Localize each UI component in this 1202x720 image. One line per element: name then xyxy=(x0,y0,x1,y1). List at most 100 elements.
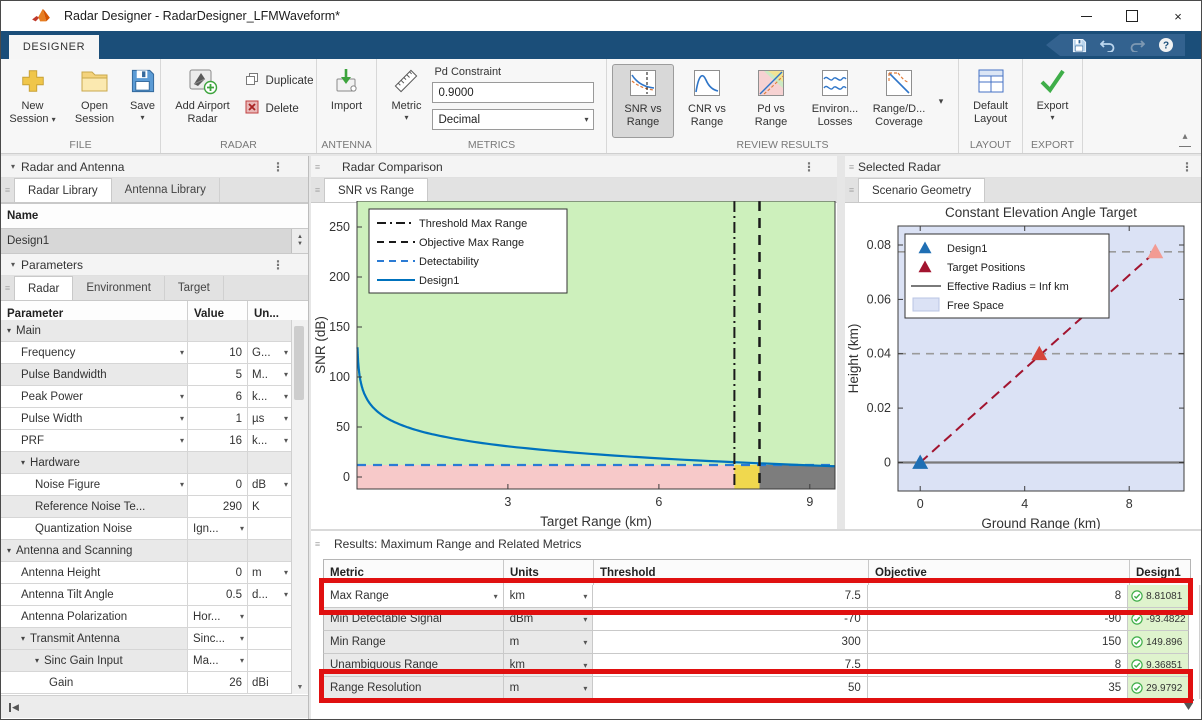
review-button-range-d-coverage[interactable]: Range/D... Coverage xyxy=(868,64,930,138)
maximize-button[interactable] xyxy=(1109,1,1155,31)
metric-cell[interactable]: Max Range▾ xyxy=(324,585,504,607)
expand-panel-icon[interactable] xyxy=(1182,698,1195,716)
redo-button[interactable] xyxy=(1128,36,1146,54)
units-cell[interactable]: km▾ xyxy=(504,654,594,676)
scroll-left-icon[interactable]: ◀ xyxy=(9,702,19,713)
dropdown-icon[interactable]: ▾ xyxy=(284,480,288,489)
param-unit[interactable]: k...▾ xyxy=(248,386,291,407)
pd-constraint-input[interactable]: 0.9000 xyxy=(432,82,594,103)
units-cell[interactable]: km▾ xyxy=(504,585,594,607)
format-select[interactable]: Decimal ▾ xyxy=(432,109,594,130)
param-unit[interactable] xyxy=(248,452,291,473)
dropdown-icon[interactable]: ▾ xyxy=(494,592,498,601)
dropdown-icon[interactable]: ▾ xyxy=(240,524,244,533)
param-row-main[interactable]: ▾Main xyxy=(1,320,291,342)
results-row-unambiguous-range[interactable]: Unambiguous Rangekm▾7.589.36851 xyxy=(323,654,1189,677)
param-row-sinc-gain-input[interactable]: ▾Sinc Gain InputMa...▾ xyxy=(1,650,291,672)
param-unit[interactable]: dBi xyxy=(248,672,291,693)
default-layout-button[interactable]: Default Layout xyxy=(963,63,1019,127)
dropdown-icon[interactable]: ▾ xyxy=(284,436,288,445)
tab-radar[interactable]: Radar xyxy=(14,276,73,300)
close-button[interactable]: × xyxy=(1155,1,1201,31)
quick-save-button[interactable] xyxy=(1070,36,1088,54)
tab-antenna-library[interactable]: Antenna Library xyxy=(112,178,220,202)
collapse-icon[interactable]: ▾ xyxy=(11,260,15,269)
dropdown-icon[interactable]: ▾ xyxy=(583,638,587,647)
drag-grip-icon[interactable]: ≡ xyxy=(1,276,14,300)
param-unit[interactable]: k...▾ xyxy=(248,430,291,451)
review-button-pd-vs-range[interactable]: Pd vs Range xyxy=(740,64,802,138)
tab-scenario-geometry[interactable]: Scenario Geometry xyxy=(858,178,985,202)
results-row-max-range[interactable]: Max Range▾km▾7.588.81081 xyxy=(323,585,1189,608)
param-value[interactable]: Hor...▾ xyxy=(188,606,248,627)
param-value[interactable]: 16 xyxy=(188,430,248,451)
dropdown-icon[interactable]: ▾ xyxy=(284,568,288,577)
threshold-cell[interactable]: 300 xyxy=(593,631,867,653)
units-cell[interactable]: m▾ xyxy=(504,677,594,699)
param-unit[interactable] xyxy=(248,628,291,649)
drag-grip-icon[interactable]: ≡ xyxy=(311,178,324,202)
threshold-cell[interactable]: 7.5 xyxy=(593,585,867,607)
list-spinner[interactable]: ▲▼ xyxy=(291,229,308,253)
add-airport-radar-button[interactable]: Add Airport Radar xyxy=(164,63,242,127)
param-unit[interactable] xyxy=(248,320,291,341)
param-row-peak-power[interactable]: Peak Power▾6k...▾ xyxy=(1,386,291,408)
param-row-prf[interactable]: PRF▾16k...▾ xyxy=(1,430,291,452)
param-row-gain[interactable]: Gain26dBi xyxy=(1,672,291,694)
param-value[interactable]: 5 xyxy=(188,364,248,385)
review-overflow-button[interactable]: ▾ xyxy=(933,64,949,138)
panel-menu-icon[interactable]: ⋮ xyxy=(803,160,815,174)
review-button-snr-vs-range[interactable]: SNR vs Range xyxy=(612,64,674,138)
panel-menu-icon[interactable]: ⋮ xyxy=(272,258,284,272)
dropdown-icon[interactable]: ▾ xyxy=(240,612,244,621)
new-session-button[interactable]: New Session ▾ xyxy=(3,63,63,127)
collapse-icon[interactable]: ▾ xyxy=(7,546,11,555)
parameter-scrollbar[interactable]: ▼ xyxy=(291,320,308,694)
param-row-antenna-polarization[interactable]: Antenna PolarizationHor...▾ xyxy=(1,606,291,628)
param-unit[interactable]: µs▾ xyxy=(248,408,291,429)
threshold-cell[interactable]: 7.5 xyxy=(593,654,867,676)
param-unit[interactable] xyxy=(248,606,291,627)
drag-grip-icon[interactable]: ≡ xyxy=(845,178,858,202)
param-unit[interactable]: dB▾ xyxy=(248,474,291,495)
param-row-antenna-height[interactable]: Antenna Height0m▾ xyxy=(1,562,291,584)
review-button-cnr-vs-range[interactable]: CNR vs Range xyxy=(676,64,738,138)
results-row-range-resolution[interactable]: Range Resolutionm▾503529.9792 xyxy=(323,677,1189,700)
param-row-transmit-antenna[interactable]: ▾Transmit AntennaSinc...▾ xyxy=(1,628,291,650)
tab-snr-vs-range[interactable]: SNR vs Range xyxy=(324,178,428,202)
open-session-button[interactable]: Open Session xyxy=(65,63,125,127)
dropdown-icon[interactable]: ▾ xyxy=(284,348,288,357)
param-value[interactable] xyxy=(188,452,248,473)
objective-cell[interactable]: 35 xyxy=(868,677,1128,699)
objective-cell[interactable]: 150 xyxy=(868,631,1128,653)
dropdown-icon[interactable]: ▾ xyxy=(180,348,184,357)
collapse-icon[interactable]: ▾ xyxy=(21,458,25,467)
dropdown-icon[interactable]: ▾ xyxy=(583,592,587,601)
save-button[interactable]: Save ▾ xyxy=(127,63,159,127)
dropdown-icon[interactable]: ▾ xyxy=(284,414,288,423)
param-row-antenna-tilt-angle[interactable]: Antenna Tilt Angle0.5d...▾ xyxy=(1,584,291,606)
param-unit[interactable] xyxy=(248,540,291,561)
param-unit[interactable]: K xyxy=(248,496,291,517)
objective-cell[interactable]: -90 xyxy=(868,608,1128,630)
collapse-icon[interactable]: ▾ xyxy=(21,634,25,643)
param-unit[interactable] xyxy=(248,650,291,671)
dropdown-icon[interactable]: ▾ xyxy=(180,480,184,489)
param-row-quantization-noise[interactable]: Quantization NoiseIgn...▾ xyxy=(1,518,291,540)
dropdown-icon[interactable]: ▾ xyxy=(284,392,288,401)
param-unit[interactable]: m▾ xyxy=(248,562,291,583)
collapse-icon[interactable]: ▾ xyxy=(11,162,15,171)
param-value[interactable]: 26 xyxy=(188,672,248,693)
metric-button[interactable]: Metric ▾ xyxy=(389,63,425,130)
param-unit[interactable]: M..▾ xyxy=(248,364,291,385)
metric-cell[interactable]: Range Resolution xyxy=(324,677,504,699)
objective-cell[interactable]: 8 xyxy=(868,585,1128,607)
param-unit[interactable] xyxy=(248,518,291,539)
parameter-hscrollbar[interactable]: ◀ xyxy=(1,695,308,718)
param-value[interactable]: 1 xyxy=(188,408,248,429)
param-value[interactable]: 0 xyxy=(188,474,248,495)
dropdown-icon[interactable]: ▾ xyxy=(180,392,184,401)
dropdown-icon[interactable]: ▾ xyxy=(583,661,587,670)
export-button[interactable]: Export ▾ xyxy=(1034,63,1072,123)
drag-grip-icon[interactable]: ≡ xyxy=(1,178,14,202)
